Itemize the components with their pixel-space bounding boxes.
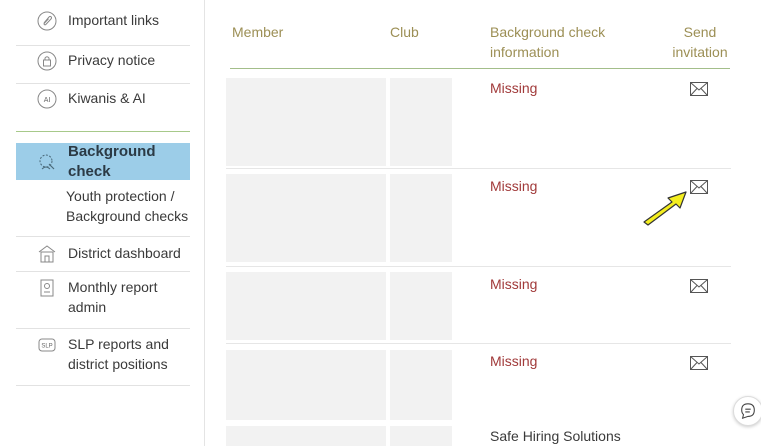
member-cell xyxy=(226,426,386,446)
column-header-background-check[interactable]: Background check information xyxy=(490,22,620,62)
club-cell xyxy=(390,350,452,420)
arrow-annotation-icon xyxy=(643,191,687,226)
section-divider xyxy=(16,131,190,132)
chat-icon xyxy=(741,403,755,420)
sidebar-item-label: Kiwanis & AI xyxy=(68,90,146,106)
status-text: Missing xyxy=(490,353,538,369)
sidebar-item-district-dashboard[interactable]: District dashboard xyxy=(16,236,190,272)
status-text: Missing xyxy=(490,178,538,194)
sidebar-item-label: District dashboard xyxy=(68,245,181,261)
envelope-icon[interactable] xyxy=(690,279,708,293)
slp-icon: SLP xyxy=(36,334,58,356)
sidebar-item-label: SLP reports and district positions xyxy=(68,336,169,372)
sidebar-item-slp-reports[interactable]: SLP SLP reports and district positions xyxy=(16,334,190,386)
lock-icon xyxy=(36,50,58,72)
club-cell xyxy=(390,272,452,340)
row-divider xyxy=(226,343,731,344)
paperclip-icon xyxy=(36,10,58,32)
sidebar-item-kiwanis-ai[interactable]: AI Kiwanis & AI xyxy=(16,88,190,122)
report-icon xyxy=(36,277,58,299)
envelope-icon[interactable] xyxy=(690,180,708,194)
column-header-club[interactable]: Club xyxy=(390,22,419,42)
club-cell xyxy=(390,174,452,262)
club-cell xyxy=(390,426,452,446)
sidebar-item-label: Monthly report admin xyxy=(68,279,158,315)
header-divider xyxy=(230,68,730,69)
ai-badge-icon: AI xyxy=(36,88,58,110)
background-check-icon xyxy=(36,151,58,173)
envelope-icon[interactable] xyxy=(690,82,708,96)
sidebar: Important links Privacy notice AI Kiwani… xyxy=(0,0,205,446)
sidebar-item-label: Privacy notice xyxy=(68,52,156,68)
member-cell xyxy=(226,350,386,420)
status-text: Missing xyxy=(490,80,538,96)
status-text: Safe Hiring Solutions xyxy=(490,428,621,444)
member-cell xyxy=(226,272,386,340)
sidebar-item-privacy-notice[interactable]: Privacy notice xyxy=(16,50,190,84)
row-divider xyxy=(226,266,731,267)
sidebar-item-important-links[interactable]: Important links xyxy=(16,10,190,46)
envelope-icon[interactable] xyxy=(690,356,708,370)
member-cell xyxy=(226,78,386,166)
member-cell xyxy=(226,174,386,262)
sidebar-item-background-check[interactable]: Background check xyxy=(16,143,190,180)
sidebar-subitem-youth-protection[interactable]: Youth protection / Background checks xyxy=(66,186,190,226)
svg-text:AI: AI xyxy=(44,97,51,104)
sidebar-item-label: Important links xyxy=(68,12,160,28)
row-divider xyxy=(226,168,731,169)
column-header-member[interactable]: Member xyxy=(232,22,283,42)
svg-text:SLP: SLP xyxy=(41,344,52,350)
status-text: Missing xyxy=(490,276,538,292)
building-icon xyxy=(36,243,58,265)
column-header-send-invitation[interactable]: Send invitation xyxy=(668,22,732,62)
sidebar-item-label: Background check xyxy=(68,142,156,180)
chat-button[interactable] xyxy=(733,396,761,426)
sidebar-subitem-label: Youth protection / Background checks xyxy=(66,188,189,224)
club-cell xyxy=(390,78,452,166)
sidebar-item-monthly-report-admin[interactable]: Monthly report admin xyxy=(16,277,190,329)
